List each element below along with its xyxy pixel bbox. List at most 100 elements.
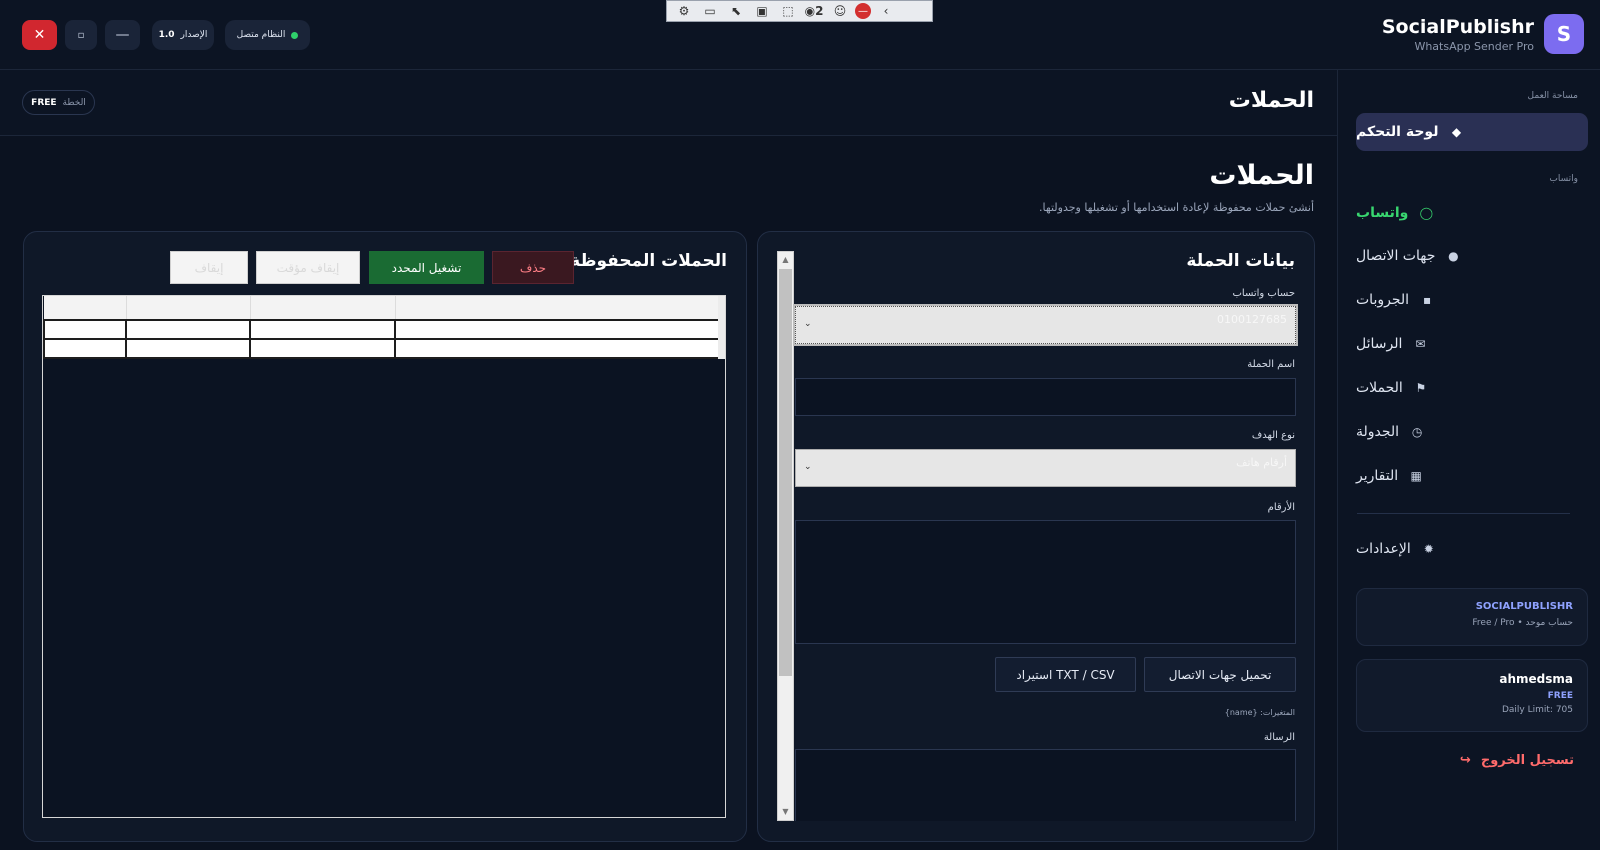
broadcast-icon[interactable]: ◉ 2 bbox=[803, 2, 825, 20]
account-card-subtitle: حساب موحد • Free / Pro bbox=[1472, 618, 1573, 628]
table-header-cell[interactable] bbox=[44, 296, 127, 321]
message-textarea[interactable] bbox=[795, 749, 1296, 821]
sidebar-item-reports[interactable]: ▦ التقارير bbox=[1356, 457, 1588, 495]
sidebar-item-label: الجروبات bbox=[1356, 292, 1410, 308]
account-label: حساب واتساب bbox=[1232, 288, 1295, 299]
sidebar-item-label: واتساب bbox=[1356, 205, 1409, 221]
stop-icon[interactable]: — bbox=[855, 3, 871, 19]
status-badge: النظام متصل bbox=[225, 20, 310, 50]
version-label: الإصدار bbox=[180, 30, 208, 40]
flag-icon: ⚑ bbox=[1415, 381, 1427, 395]
user-name: ahmedsma bbox=[1499, 672, 1573, 686]
run-selected-button[interactable]: تشغيل المحدد bbox=[369, 251, 484, 284]
cursor-icon[interactable]: ⬉ bbox=[725, 2, 747, 20]
video-icon[interactable]: ▭ bbox=[699, 2, 721, 20]
table-cell bbox=[43, 319, 127, 340]
accessibility-icon[interactable]: ☺ bbox=[829, 2, 851, 20]
status-dot-icon bbox=[291, 31, 299, 39]
table-cell bbox=[249, 338, 396, 359]
table-cell bbox=[125, 319, 251, 340]
sidebar-item-schedule[interactable]: ◷ الجدولة bbox=[1356, 413, 1588, 451]
plan-label: الخطة bbox=[62, 97, 86, 108]
table-cell bbox=[249, 319, 396, 340]
campaign-name-input[interactable] bbox=[795, 378, 1296, 416]
table-row[interactable] bbox=[43, 338, 725, 359]
scroll-thumb[interactable] bbox=[779, 269, 792, 676]
minimize-icon: — bbox=[115, 27, 130, 43]
campaign-name-label: اسم الحملة bbox=[1247, 359, 1295, 370]
form-scrollbar[interactable]: ▲ ▼ bbox=[777, 251, 794, 821]
logout-button[interactable]: تسجيل الخروج ↪ bbox=[1460, 753, 1574, 768]
table-cell bbox=[394, 319, 725, 340]
sidebar-item-whatsapp[interactable]: ◯ واتساب bbox=[1356, 194, 1588, 232]
minimize-button[interactable]: — bbox=[105, 20, 140, 50]
variables-note: المتغيرات: {name} bbox=[1224, 708, 1295, 717]
user-plan: FREE bbox=[1547, 691, 1573, 701]
maximize-icon: ▫ bbox=[77, 29, 85, 41]
sidebar: مساحة العمل ◆ لوحة التحكم واتساب ◯ واتسا… bbox=[1337, 70, 1600, 850]
toolbar-counter: 2 bbox=[815, 4, 824, 18]
chevron-down-icon: ⌄ bbox=[804, 462, 812, 472]
account-card: SOCIALPUBLISHR حساب موحد • Free / Pro bbox=[1356, 588, 1588, 646]
sidebar-item-campaigns[interactable]: ⚑ الحملات bbox=[1356, 369, 1588, 407]
table-cell bbox=[394, 338, 725, 359]
numbers-textarea[interactable] bbox=[795, 520, 1296, 644]
contact-icon: ● bbox=[1448, 249, 1459, 263]
saved-campaigns-panel: الحملات المحفوظة حذف تشغيل المحدد إيقاف … bbox=[23, 231, 747, 842]
settings-icon[interactable]: ⚙ bbox=[673, 2, 695, 20]
account-card-title: SOCIALPUBLISHR bbox=[1475, 601, 1573, 612]
table-header-cell[interactable] bbox=[250, 296, 396, 321]
table-header-cell[interactable] bbox=[126, 296, 251, 321]
load-contacts-button[interactable]: تحميل جهات الاتصال bbox=[1144, 657, 1296, 692]
sidebar-item-messages[interactable]: ✉ الرسائل bbox=[1356, 325, 1588, 363]
plan-value: FREE bbox=[31, 97, 57, 108]
sidebar-item-label: الإعدادات bbox=[1356, 541, 1411, 557]
target-type-select[interactable]: أرقام هاتف ⌄ bbox=[795, 449, 1296, 487]
version-badge: 1.0 الإصدار bbox=[152, 20, 214, 50]
table-cell bbox=[125, 338, 251, 359]
plan-badge: FREE الخطة bbox=[22, 90, 95, 115]
logout-label: تسجيل الخروج bbox=[1480, 753, 1574, 768]
sidebar-item-label: لوحة التحكم bbox=[1356, 124, 1439, 140]
pause-button[interactable]: إيقاف مؤقت bbox=[256, 251, 360, 284]
brand: SocialPublishr WhatsApp Sender Pro S bbox=[1382, 14, 1584, 54]
target-type-value: أرقام هاتف bbox=[1236, 456, 1287, 469]
sidebar-item-label: الحملات bbox=[1356, 380, 1403, 396]
sidebar-item-dashboard[interactable]: ◆ لوحة التحكم bbox=[1356, 113, 1588, 151]
sidebar-item-label: جهات الاتصال bbox=[1356, 248, 1436, 264]
numbers-label: الأرقام bbox=[1267, 502, 1295, 513]
account-select-value: 0100127685 bbox=[1217, 313, 1287, 326]
title-bar: ✕ ▫ — 1.0 الإصدار النظام متصل ⚙ ▭ ⬉ ▣ ⬚ … bbox=[0, 0, 1600, 70]
sidebar-divider bbox=[1357, 513, 1570, 514]
close-button[interactable]: ✕ bbox=[22, 20, 57, 50]
account-select[interactable]: 0100127685 ⌄ bbox=[793, 304, 1298, 346]
delete-button[interactable]: حذف bbox=[492, 251, 574, 284]
import-button[interactable]: استيراد TXT / CSV bbox=[995, 657, 1136, 692]
region-icon[interactable]: ⬚ bbox=[777, 2, 799, 20]
groups-icon: ▪ bbox=[1422, 293, 1432, 307]
logout-icon: ↪ bbox=[1459, 753, 1471, 768]
status-text: النظام متصل bbox=[236, 30, 286, 40]
stop-button[interactable]: إيقاف bbox=[170, 251, 248, 284]
scroll-up-icon[interactable]: ▲ bbox=[778, 252, 793, 268]
table-scrollbar[interactable] bbox=[718, 296, 725, 359]
target-type-label: نوع الهدف bbox=[1251, 430, 1295, 441]
brand-name: SocialPublishr bbox=[1381, 15, 1534, 38]
diamond-icon: ◆ bbox=[1451, 125, 1462, 139]
sidebar-section-whatsapp: واتساب bbox=[1549, 174, 1578, 184]
table-row[interactable] bbox=[43, 319, 725, 340]
sidebar-item-settings[interactable]: ✹ الإعدادات bbox=[1356, 530, 1588, 568]
sidebar-item-groups[interactable]: ▪ الجروبات bbox=[1356, 281, 1588, 319]
frame-icon[interactable]: ▣ bbox=[751, 2, 773, 20]
sidebar-item-label: التقارير bbox=[1356, 468, 1399, 484]
campaigns-table[interactable] bbox=[42, 295, 726, 818]
content-header: الحملات FREE الخطة bbox=[0, 70, 1337, 136]
chart-icon: ▦ bbox=[1410, 469, 1422, 483]
scroll-down-icon[interactable]: ▼ bbox=[778, 804, 793, 820]
chevron-left-icon[interactable]: ‹ bbox=[875, 2, 897, 20]
sidebar-item-contacts[interactable]: ● جهات الاتصال bbox=[1356, 237, 1588, 275]
envelope-icon: ✉ bbox=[1415, 337, 1426, 351]
chat-bubble-icon: ◯ bbox=[1419, 206, 1434, 220]
table-header-cell[interactable] bbox=[395, 296, 725, 321]
maximize-button[interactable]: ▫ bbox=[65, 20, 97, 50]
